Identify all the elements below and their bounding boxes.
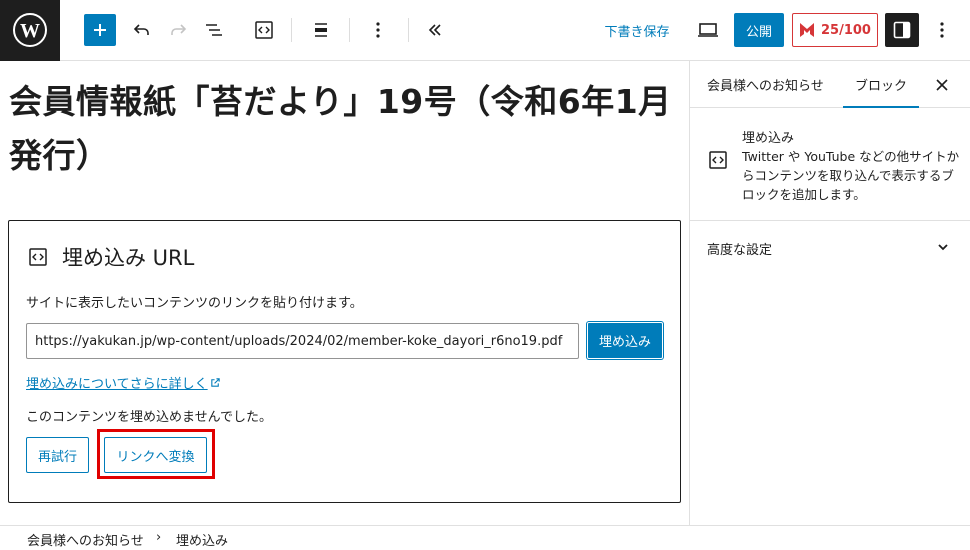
embed-icon — [29, 248, 47, 266]
embed-icon — [709, 151, 727, 169]
align-button[interactable] — [305, 14, 337, 46]
learn-more-link[interactable]: 埋め込みについてさらに詳しく — [26, 373, 221, 392]
embed-icon — [255, 21, 273, 39]
add-block-button[interactable] — [84, 14, 116, 46]
breadcrumb: 会員様へのお知らせ › 埋め込み — [0, 525, 970, 550]
options-menu-button[interactable] — [926, 14, 958, 46]
block-type-button[interactable] — [248, 14, 280, 46]
seo-score-button[interactable]: 25/100 — [792, 13, 878, 47]
seo-score: 25/100 — [821, 22, 871, 38]
embed-url-input[interactable] — [26, 323, 579, 359]
embed-button[interactable]: 埋め込み — [587, 322, 663, 359]
settings-sidebar: 会員様へのお知らせ ブロック 埋め込み Twitter や YouTube など… — [689, 61, 970, 525]
embed-title: 埋め込み URL — [62, 246, 195, 270]
toolbar-divider — [291, 18, 292, 42]
post-title[interactable]: 会員情報紙「苔だより」19号（令和6年1月発行） — [9, 75, 681, 183]
sidebar-icon — [893, 21, 911, 39]
retry-button[interactable]: 再試行 — [26, 437, 89, 473]
more-vertical-icon — [376, 22, 380, 38]
highlight-annotation — [97, 429, 215, 479]
tab-document[interactable]: 会員様へのお知らせ — [707, 61, 824, 108]
advanced-settings-label: 高度な設定 — [707, 242, 773, 258]
chevron-down-icon — [938, 244, 948, 251]
preview-button[interactable] — [692, 14, 724, 46]
plus-icon — [94, 24, 106, 36]
embed-header: 埋め込み URL — [28, 242, 194, 272]
external-link-icon — [210, 378, 220, 387]
embed-placeholder-block[interactable]: 埋め込み URL サイトに表示したいコンテンツのリンクを貼り付けます。 埋め込み… — [8, 220, 681, 503]
desktop-preview-icon — [698, 23, 718, 37]
breadcrumb-separator: › — [156, 530, 162, 545]
undo-button[interactable] — [126, 14, 158, 46]
block-card-title: 埋め込み — [742, 131, 795, 146]
svg-text:W: W — [20, 20, 40, 42]
embed-instructions: サイトに表示したいコンテンツのリンクを貼り付けます。 — [26, 296, 363, 311]
document-overview-button[interactable] — [198, 14, 230, 46]
tab-block[interactable]: ブロック — [842, 61, 920, 108]
breadcrumb-item-embed[interactable]: 埋め込み — [176, 530, 228, 549]
wordpress-logo-icon[interactable]: W — [0, 0, 60, 61]
block-card: 埋め込み Twitter や YouTube などの他サイトからコンテンツを取り… — [690, 108, 970, 221]
save-draft-button[interactable]: 下書き保存 — [598, 14, 676, 46]
advanced-settings-panel[interactable]: 高度な設定 — [690, 221, 970, 275]
chevron-double-left-icon — [428, 24, 441, 36]
editor-app: W 下書き保存 公開 25/100 会員情報紙「苔だより」19号（令和6年1月発… — [0, 0, 970, 550]
editor-canvas: 会員情報紙「苔だより」19号（令和6年1月発行） 埋め込み URL サイトに表示… — [0, 61, 689, 525]
close-sidebar-button[interactable] — [928, 71, 956, 99]
sidebar-tabs: 会員様へのお知らせ ブロック — [690, 61, 970, 108]
more-vertical-icon — [940, 22, 944, 38]
toolbar-divider — [408, 18, 409, 42]
toolbar-divider — [349, 18, 350, 42]
redo-button[interactable] — [162, 14, 194, 46]
embed-error-message: このコンテンツを埋め込めませんでした。 — [26, 410, 272, 425]
align-center-icon — [315, 23, 327, 37]
settings-toggle-button[interactable] — [885, 13, 919, 47]
collapse-toolbar-button[interactable] — [419, 14, 451, 46]
close-icon — [936, 79, 948, 91]
breadcrumb-item-document[interactable]: 会員様へのお知らせ — [27, 530, 144, 549]
seo-plugin-logo-icon — [800, 23, 814, 37]
undo-icon — [133, 24, 149, 35]
redo-icon — [171, 24, 187, 35]
publish-button[interactable]: 公開 — [734, 13, 784, 47]
list-view-icon — [206, 24, 222, 36]
more-block-options-button[interactable] — [362, 14, 394, 46]
top-toolbar: W 下書き保存 公開 25/100 — [0, 0, 970, 61]
block-card-description: Twitter や YouTube などの他サイトからコンテンツを取り込んで表示… — [742, 149, 960, 202]
learn-more-label: 埋め込みについてさらに詳しく — [26, 377, 208, 392]
